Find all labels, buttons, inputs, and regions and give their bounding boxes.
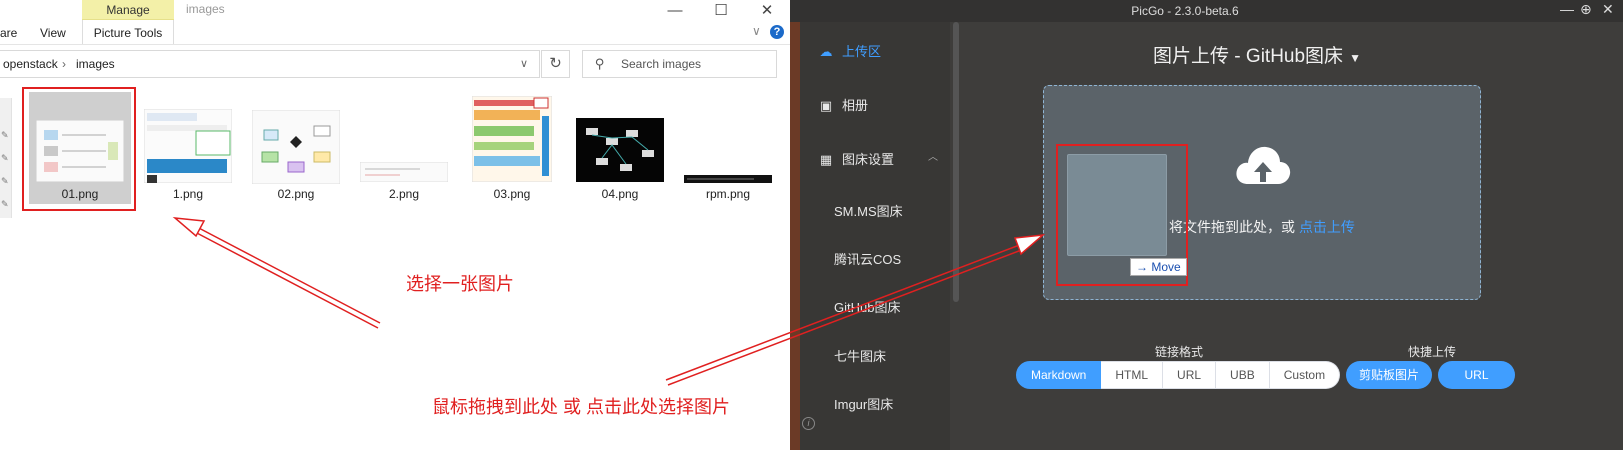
arrow-right-icon: → — [1136, 260, 1148, 274]
address-history-dropdown-icon[interactable]: ∨ — [520, 57, 528, 70]
file-item-rpm-png[interactable]: rpm.png — [678, 92, 778, 202]
image-thumbnail — [360, 162, 448, 182]
info-icon[interactable]: i — [802, 417, 815, 430]
move-tooltip: → Move — [1130, 258, 1187, 276]
sidebar-item-upload[interactable]: ☁ 上传区 — [818, 41, 882, 60]
format-url-button[interactable]: URL — [1163, 361, 1217, 389]
move-tooltip-label: Move — [1151, 260, 1181, 274]
file-explorer-window: Manage images are View Picture Tools — ☐… — [0, 0, 790, 450]
file-name: 03.png — [493, 187, 531, 201]
image-thumbnail — [576, 118, 664, 182]
search-box[interactable]: ⚲ — [582, 50, 777, 78]
refresh-button[interactable]: ↻ — [541, 50, 570, 78]
navigation-pane[interactable]: ✎ ✎ ✎ ✎ — [0, 98, 12, 218]
breadcrumb-separator-icon[interactable]: › — [62, 57, 66, 71]
image-thumbnail — [252, 110, 340, 184]
minimize-button[interactable]: — — [1560, 1, 1574, 17]
sidebar-item-album[interactable]: ▣ 相册 — [818, 95, 868, 114]
file-name: rpm.png — [705, 187, 751, 201]
pin-icon[interactable]: ✎ — [1, 153, 9, 164]
sidebar-item-qiniu[interactable]: 七牛图床 — [834, 346, 886, 365]
desktop-background-strip — [790, 22, 800, 450]
file-name: 2.png — [388, 187, 420, 201]
image-thumbnail — [472, 96, 552, 182]
annotation-drag-or-click: 鼠标拖拽到此处 或 点击此处选择图片 — [432, 397, 731, 417]
minimize-button[interactable]: — — [652, 0, 698, 22]
sidebar-item-imgur[interactable]: Imgur图床 — [834, 394, 893, 413]
file-item-04-png[interactable]: 04.png — [570, 92, 670, 202]
pin-icon[interactable]: ✎ — [1, 130, 9, 141]
maximize-button[interactable]: ⊕ — [1580, 1, 1592, 18]
sidebar-item-smms[interactable]: SM.MS图床 — [834, 201, 903, 220]
sidebar-item-label: 相册 — [842, 98, 869, 113]
sidebar-item-settings[interactable]: ▦ 图床设置 — [818, 149, 894, 168]
click-upload-link[interactable]: 点击上传 — [1299, 219, 1355, 235]
breadcrumb-openstack[interactable]: openstack — [3, 57, 58, 71]
page-title[interactable]: 图片上传 - GitHub图床 ▼ — [1042, 41, 1472, 68]
tab-view[interactable]: View — [40, 20, 66, 44]
file-item-03-png[interactable]: 03.png — [462, 92, 562, 202]
file-item-2-png[interactable]: 2.png — [354, 92, 454, 202]
file-name: 1.png — [172, 187, 204, 201]
help-icon[interactable]: ? — [770, 25, 784, 39]
clipboard-upload-button[interactable]: 剪贴板图片 — [1346, 361, 1432, 389]
sidebar-item-tencent-cos[interactable]: 腾讯云COS — [834, 249, 901, 268]
file-item-1-png[interactable]: 1.png — [138, 92, 238, 202]
sidebar-item-label: 上传区 — [842, 44, 882, 59]
dropzone-text: 将文件拖到此处，或 — [1169, 219, 1299, 235]
upload-target-title: 图片上传 - GitHub图床 — [1153, 46, 1344, 67]
file-item-02-png[interactable]: 02.png — [246, 92, 346, 202]
tab-picture-tools[interactable]: Picture Tools — [82, 20, 174, 44]
quick-upload-label: 快捷上传 — [1408, 345, 1457, 359]
address-bar[interactable]: openstack › images ∨ — [0, 50, 540, 78]
window-title: images — [186, 2, 225, 16]
picture-icon: ▣ — [819, 98, 833, 113]
format-html-button[interactable]: HTML — [1101, 361, 1164, 389]
link-format-group: Markdown HTML URL UBB Custom — [1016, 361, 1341, 389]
search-icon: ⚲ — [595, 56, 605, 71]
tab-manage[interactable]: Manage — [82, 0, 174, 20]
pin-icon[interactable]: ✎ — [1, 176, 9, 187]
url-upload-button[interactable]: URL — [1438, 361, 1515, 389]
breadcrumb-images[interactable]: images — [76, 57, 115, 71]
window-title: PicGo - 2.3.0-beta.6 — [1131, 4, 1239, 18]
format-ubb-button[interactable]: UBB — [1216, 361, 1270, 389]
image-thumbnail — [144, 109, 232, 183]
picgo-titlebar[interactable]: PicGo - 2.3.0-beta.6 — ⊕ ✕ — [790, 0, 1623, 22]
sidebar-item-label: 图床设置 — [842, 152, 895, 167]
picgo-window: PicGo - 2.3.0-beta.6 — ⊕ ✕ ☁ 上传区 ▣ 相册 ▦ 图床设… — [790, 0, 1623, 450]
chevron-down-icon[interactable]: ∨ — [752, 24, 761, 38]
search-input[interactable] — [621, 51, 771, 77]
picgo-sidebar — [790, 22, 950, 450]
image-thumbnail — [684, 175, 772, 183]
sidebar-scrollbar[interactable] — [953, 22, 959, 302]
pin-icon[interactable]: ✎ — [1, 199, 9, 210]
selection-highlight-box — [22, 87, 136, 211]
close-button[interactable]: ✕ — [744, 0, 790, 22]
cloud-upload-icon: ☁ — [819, 44, 833, 59]
grid-icon: ▦ — [819, 152, 833, 167]
ribbon-divider — [0, 44, 790, 45]
file-name: 02.png — [277, 187, 315, 201]
sidebar-item-github[interactable]: GitHub图床 — [834, 297, 900, 316]
maximize-button[interactable]: ☐ — [698, 0, 744, 22]
caret-down-icon[interactable]: ▼ — [1349, 51, 1361, 65]
file-name: 04.png — [601, 187, 639, 201]
close-button[interactable]: ✕ — [1602, 1, 1614, 18]
annotation-select-image: 选择一张图片 — [406, 274, 514, 294]
format-markdown-button[interactable]: Markdown — [1016, 361, 1102, 389]
link-format-label: 链接格式 — [1155, 345, 1204, 359]
tab-share[interactable]: are — [0, 20, 17, 44]
format-custom-button[interactable]: Custom — [1269, 361, 1341, 389]
chevron-up-icon[interactable]: ︿ — [928, 148, 938, 163]
cloud-upload-icon — [1236, 146, 1291, 184]
